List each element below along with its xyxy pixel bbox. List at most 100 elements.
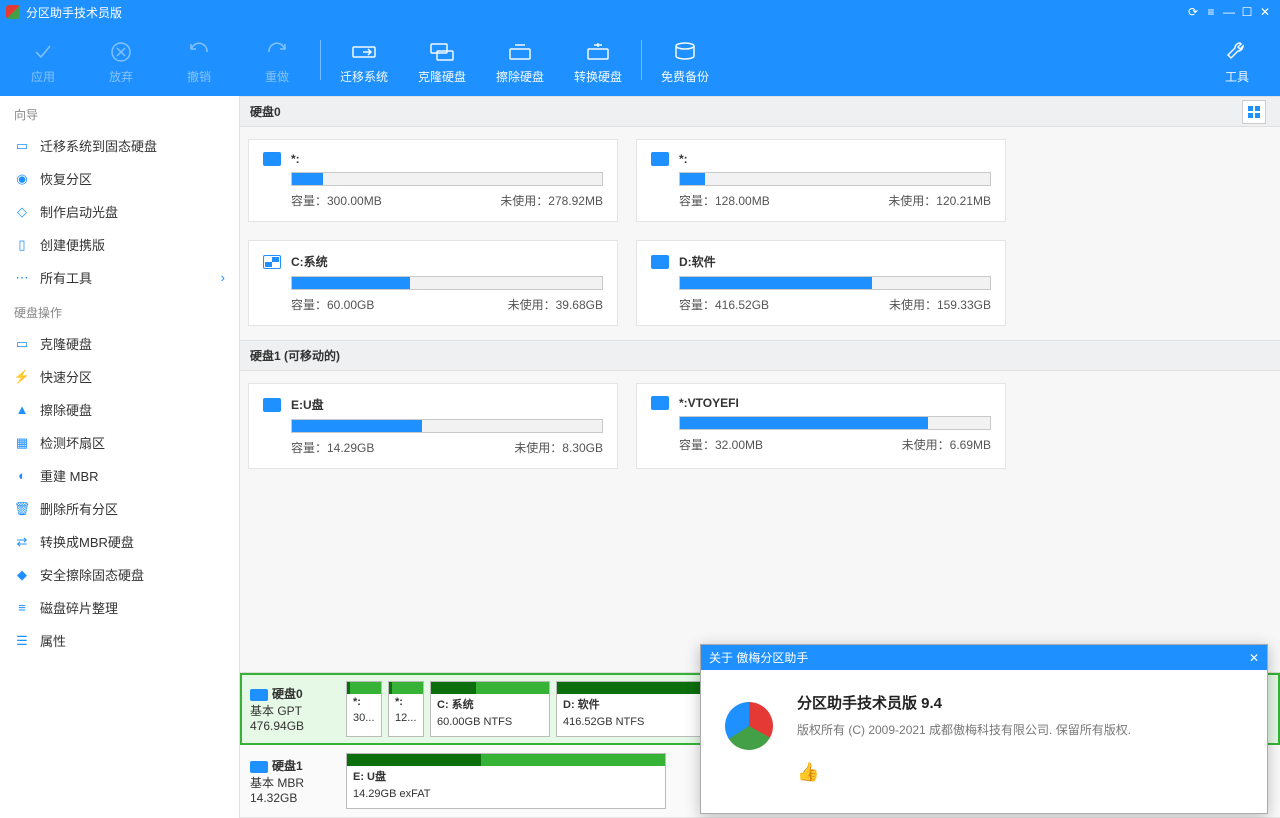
portable-icon: ▯ xyxy=(14,237,30,253)
minimize-button[interactable]: — xyxy=(1220,5,1238,19)
partition-block[interactable]: C: 系统60.00GB NTFS xyxy=(430,681,550,737)
about-product-name: 分区助手技术员版 9.4 xyxy=(797,692,1131,713)
about-logo-icon xyxy=(725,702,773,750)
menu-icon[interactable]: ≡ xyxy=(1202,5,1220,19)
partition-name: C:系统 xyxy=(291,253,328,270)
sidebar-item-label: 属性 xyxy=(40,631,66,650)
usage-bar xyxy=(679,416,991,430)
partition-block[interactable]: *:30... xyxy=(346,681,382,737)
drive-icon xyxy=(651,152,669,166)
sidebar-item[interactable]: 🗑删除所有分区 xyxy=(0,492,239,525)
sidebar-item-label: 擦除硬盘 xyxy=(40,400,92,419)
prop-icon: ☰ xyxy=(14,633,30,649)
close-button[interactable]: ✕ xyxy=(1256,5,1274,19)
sidebar-item[interactable]: ◆安全擦除固态硬盘 xyxy=(0,558,239,591)
sidebar-item[interactable]: ▯ 创建便携版 xyxy=(0,228,239,261)
capacity-label: 容量：416.52GB xyxy=(679,296,769,313)
clone-icon: ▭ xyxy=(14,336,30,352)
maximize-button[interactable]: ☐ xyxy=(1238,5,1256,19)
view-switch-button[interactable] xyxy=(1242,100,1266,124)
partition-name: *: xyxy=(679,152,688,166)
disk-info: 硬盘0基本 GPT476.94GB xyxy=(250,681,340,737)
drive-icon xyxy=(263,398,281,412)
title-bar: 分区助手技术员版 ⟳ ≡ — ☐ ✕ xyxy=(0,0,1280,24)
sidebar: 向导▭迁移系统到固态硬盘◉恢复分区◇制作启动光盘 ▯ 创建便携版 ⋯所有工具›硬盘操作… xyxy=(0,96,240,818)
free-label: 未使用：120.21MB xyxy=(888,192,991,209)
redo-button[interactable]: 重做 xyxy=(238,36,316,85)
sidebar-item[interactable]: ≡ 磁盘碎片整理 xyxy=(0,591,239,624)
free-label: 未使用：8.30GB xyxy=(514,439,603,456)
wipe-disk-button[interactable]: 擦除硬盘 xyxy=(481,36,559,85)
apply-button[interactable]: 应用 xyxy=(4,36,82,85)
capacity-label: 容量：14.29GB xyxy=(291,439,374,456)
sidebar-item-label: 安全擦除固态硬盘 xyxy=(40,565,144,584)
chevron-right-icon: › xyxy=(221,270,225,285)
partition-name: D:软件 xyxy=(679,253,716,270)
sidebar-item-label: 磁盘碎片整理 xyxy=(40,598,118,617)
sidebar-item[interactable]: ◉恢复分区 xyxy=(0,162,239,195)
sidebar-item[interactable]: ☰ 属性 xyxy=(0,624,239,657)
about-title: 关于 傲梅分区助手 xyxy=(709,649,1249,666)
convert-disk-button[interactable]: 转换硬盘 xyxy=(559,36,637,85)
sidebar-item[interactable]: ◇制作启动光盘 xyxy=(0,195,239,228)
sidebar-item-label: 制作启动光盘 xyxy=(40,202,118,221)
sidebar-item[interactable]: ▭迁移系统到固态硬盘 xyxy=(0,129,239,162)
delall-icon: 🗑 xyxy=(14,501,30,517)
undo-button[interactable]: 撤销 xyxy=(160,36,238,85)
usage-bar xyxy=(291,276,603,290)
free-label: 未使用：159.33GB xyxy=(889,296,991,313)
sidebar-item-label: 创建便携版 xyxy=(40,235,105,254)
partition-card[interactable]: *:VTOYEFI 容量：32.00MB 未使用：6.69MB xyxy=(636,383,1006,469)
drive-icon xyxy=(263,255,281,269)
partition-card[interactable]: *:容量：300.00MB未使用：278.92MB xyxy=(248,139,618,222)
drive-icon xyxy=(263,152,281,166)
usage-bar xyxy=(679,172,991,186)
discard-button[interactable]: 放弃 xyxy=(82,36,160,85)
capacity-label: 容量：60.00GB xyxy=(291,296,374,313)
partition-card[interactable]: *:容量：128.00MB未使用：120.21MB xyxy=(636,139,1006,222)
disk-icon xyxy=(250,761,268,773)
sidebar-item[interactable]: ⋯所有工具› xyxy=(0,261,239,294)
wipe-icon: ▲ xyxy=(14,402,30,418)
disk-icon xyxy=(250,689,268,701)
free-backup-button[interactable]: 免费备份 xyxy=(646,36,724,85)
tools-button[interactable]: 工具 xyxy=(1198,36,1276,85)
recover-icon: ◉ xyxy=(14,171,30,187)
about-close-button[interactable]: ✕ xyxy=(1249,651,1259,665)
partition-block[interactable]: *:12... xyxy=(388,681,424,737)
sidebar-item[interactable]: ▭ 克隆硬盘 xyxy=(0,327,239,360)
sidebar-item-label: 快速分区 xyxy=(40,367,92,386)
tombr-icon: ⇄ xyxy=(14,534,30,550)
all-icon: ⋯ xyxy=(14,270,30,286)
sidebar-item[interactable]: ⇄转换成MBR硬盘 xyxy=(0,525,239,558)
disk-header: 硬盘0 xyxy=(240,96,1280,127)
partition-card[interactable]: E:U盘容量：14.29GB未使用：8.30GB xyxy=(248,383,618,469)
ssd-icon: ▭ xyxy=(14,138,30,154)
sidebar-item[interactable]: ▦检测坏扇区 xyxy=(0,426,239,459)
capacity-label: 容量：32.00MB xyxy=(679,436,763,453)
sidebar-item-label: 克隆硬盘 xyxy=(40,334,92,353)
thumbs-up-icon[interactable]: 👍 xyxy=(797,762,1131,783)
partition-card[interactable]: D:软件容量：416.52GB 未使用：159.33GB xyxy=(636,240,1006,326)
partition-name: *: xyxy=(291,152,300,166)
partition-name: *:VTOYEFI xyxy=(679,396,739,410)
partition-block[interactable]: E: U盘14.29GB exFAT xyxy=(346,753,666,809)
clone-disk-button[interactable]: 克隆硬盘 xyxy=(403,36,481,85)
disk-header: 硬盘1 (可移动的) xyxy=(240,340,1280,371)
sidebar-group-label: 硬盘操作 xyxy=(0,294,239,327)
app-logo-icon xyxy=(6,5,20,19)
free-label: 未使用：278.92MB xyxy=(500,192,603,209)
partition-card[interactable]: C:系统容量：60.00GB未使用：39.68GB xyxy=(248,240,618,326)
toolbar: 应用 放弃 撤销 重做 迁移系统 克隆硬盘 擦除硬盘 转换硬盘 免费备份 工具 xyxy=(0,24,1280,96)
sidebar-item[interactable]: ⚡快速分区 xyxy=(0,360,239,393)
sidebar-item[interactable]: ▲ 擦除硬盘 xyxy=(0,393,239,426)
refresh-icon[interactable]: ⟳ xyxy=(1184,5,1202,19)
sidebar-group-label: 向导 xyxy=(0,96,239,129)
migrate-system-button[interactable]: 迁移系统 xyxy=(325,36,403,85)
partition-list: 硬盘0 *:容量：300.00MB未使用：278.92MB*:容量：128.00M… xyxy=(240,96,1280,672)
sidebar-item-label: 重建 MBR xyxy=(40,466,99,485)
free-label: 未使用：6.69MB xyxy=(902,436,991,453)
sidebar-item-label: 检测坏扇区 xyxy=(40,433,105,452)
defrag-icon: ≡ xyxy=(14,600,30,616)
sidebar-item[interactable]: ◐重建 MBR xyxy=(0,459,239,492)
